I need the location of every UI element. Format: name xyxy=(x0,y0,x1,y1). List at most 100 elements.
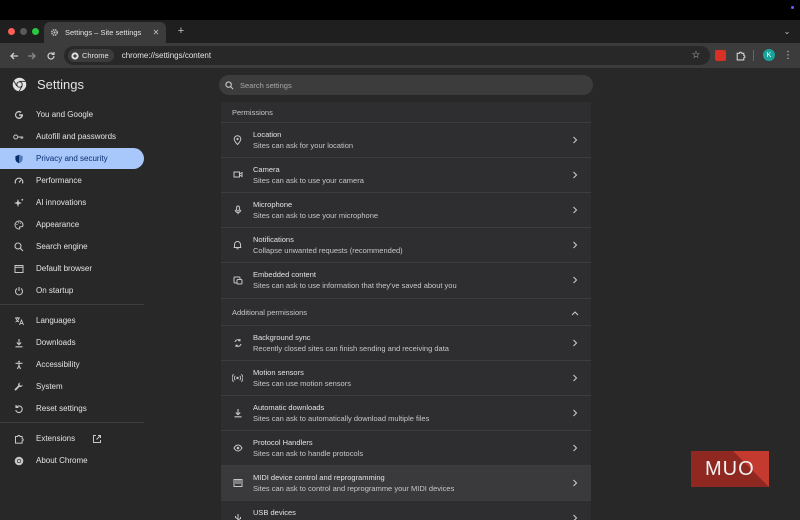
sidebar-item-extensions[interactable]: Extensions xyxy=(0,428,144,449)
chevron-right-icon xyxy=(571,408,579,418)
profile-avatar[interactable]: K xyxy=(763,49,775,61)
chevron-up-icon[interactable] xyxy=(570,308,579,317)
permission-row-background-sync[interactable]: Background sync Recently closed sites ca… xyxy=(221,325,591,360)
sync-icon xyxy=(232,337,243,348)
download-icon xyxy=(13,337,24,348)
chrome-icon xyxy=(13,455,24,466)
puzzle-icon[interactable] xyxy=(735,50,746,61)
reload-button[interactable] xyxy=(44,49,57,62)
top-strip xyxy=(0,0,800,20)
search-input[interactable] xyxy=(240,80,560,90)
power-icon xyxy=(13,285,24,296)
arrow-left-icon xyxy=(9,52,18,59)
gear-icon xyxy=(50,28,59,37)
permission-row-embedded-content[interactable]: Embedded content Sites can ask to use in… xyxy=(221,262,591,297)
muo-watermark-logo: MUO xyxy=(691,451,769,487)
chevron-right-icon xyxy=(571,338,579,348)
shield-icon xyxy=(13,153,24,164)
chevron-right-icon xyxy=(571,443,579,453)
permission-row-automatic-downloads[interactable]: Automatic downloads Sites can ask to aut… xyxy=(221,395,591,430)
chevron-right-icon xyxy=(571,478,579,488)
new-tab-button[interactable]: + xyxy=(175,25,187,37)
permission-row-camera[interactable]: Camera Sites can ask to use your camera xyxy=(221,157,591,192)
sensors-icon xyxy=(232,372,243,383)
permission-row-usb-devices[interactable]: USB devices xyxy=(221,500,591,520)
sidebar-item-privacy-and-security[interactable]: Privacy and security xyxy=(0,148,144,169)
chevron-right-icon xyxy=(571,240,579,250)
tab-settings[interactable]: Settings – Site settings ✕ xyxy=(44,22,166,43)
site-settings-card: Permissions Location Sites can ask for y… xyxy=(221,102,591,520)
section-title-permissions: Permissions xyxy=(232,108,273,117)
sidebar-item-search-engine[interactable]: Search engine xyxy=(0,236,144,257)
bell-icon xyxy=(232,239,243,250)
close-icon[interactable]: ✕ xyxy=(151,28,161,38)
search-icon xyxy=(13,241,24,252)
chevron-right-icon xyxy=(571,373,579,383)
bookmark-star-icon[interactable]: ☆ xyxy=(690,49,702,61)
permission-row-location[interactable]: Location Sites can ask for your location xyxy=(221,122,591,157)
sidebar-divider xyxy=(0,304,144,305)
accessibility-icon xyxy=(13,359,24,370)
chevron-right-icon xyxy=(571,135,579,145)
search-box[interactable] xyxy=(219,75,593,95)
chevron-right-icon xyxy=(571,275,579,285)
key-icon xyxy=(13,131,24,142)
sidebar-item-you-and-google[interactable]: You and Google xyxy=(0,104,144,125)
permission-row-midi[interactable]: MIDI device control and reprogramming Si… xyxy=(221,465,591,500)
camera-icon xyxy=(232,169,243,180)
window-minimize-button[interactable] xyxy=(20,28,27,35)
chevron-right-icon xyxy=(571,513,579,520)
sidebar-item-system[interactable]: System xyxy=(0,376,144,397)
sidebar-item-default-browser[interactable]: Default browser xyxy=(0,258,144,279)
browser-toolbar: Chrome chrome://settings/content ☆ K ⋮ xyxy=(0,43,800,68)
sidebar-item-ai-innovations[interactable]: AI innovations xyxy=(0,192,144,213)
arrow-right-icon xyxy=(27,52,36,59)
permission-row-microphone[interactable]: Microphone Sites can ask to use your mic… xyxy=(221,192,591,227)
sidebar-item-accessibility[interactable]: Accessibility xyxy=(0,354,144,375)
reload-icon xyxy=(46,51,55,60)
reset-icon xyxy=(13,403,24,414)
browser-window-icon xyxy=(13,263,24,274)
sidebar-item-languages[interactable]: Languages xyxy=(0,310,144,331)
site-info-chip[interactable]: Chrome xyxy=(68,49,114,62)
address-bar[interactable]: Chrome chrome://settings/content ☆ xyxy=(64,46,710,65)
search-icon xyxy=(225,80,234,89)
extension-red-icon[interactable] xyxy=(715,50,726,61)
toolbar-divider xyxy=(753,50,754,61)
puzzle-icon xyxy=(13,433,24,444)
palette-icon xyxy=(13,219,24,230)
sidebar-item-performance[interactable]: Performance xyxy=(0,170,144,191)
permission-row-motion-sensors[interactable]: Motion sensors Sites can use motion sens… xyxy=(221,360,591,395)
chrome-logo-icon xyxy=(12,77,27,92)
sidebar-item-downloads[interactable]: Downloads xyxy=(0,332,144,353)
additional-permissions-header[interactable]: Additional permissions xyxy=(221,298,591,325)
sidebar-item-about-chrome[interactable]: About Chrome xyxy=(0,450,144,471)
location-pin-icon xyxy=(232,134,243,145)
more-menu-icon[interactable]: ⋮ xyxy=(783,49,793,61)
sparkle-icon xyxy=(13,197,24,208)
sidebar-item-reset-settings[interactable]: Reset settings xyxy=(0,398,144,419)
midi-icon xyxy=(232,477,243,488)
sidebar-item-autofill[interactable]: Autofill and passwords xyxy=(0,126,144,147)
sidebar-item-appearance[interactable]: Appearance xyxy=(0,214,144,235)
protocol-handler-icon xyxy=(232,442,243,453)
window-close-button[interactable] xyxy=(8,28,15,35)
sidebar-divider xyxy=(0,422,144,423)
google-icon xyxy=(13,109,24,120)
forward-button[interactable] xyxy=(25,49,38,62)
chevron-down-icon[interactable]: ⌄ xyxy=(782,26,792,36)
settings-header: Settings xyxy=(0,68,800,102)
translate-icon xyxy=(13,315,24,326)
url-text[interactable]: chrome://settings/content xyxy=(122,51,211,60)
chevron-right-icon xyxy=(571,170,579,180)
sidebar-item-on-startup[interactable]: On startup xyxy=(0,280,144,301)
chip-label: Chrome xyxy=(82,51,109,60)
microphone-icon xyxy=(232,204,243,215)
back-button[interactable] xyxy=(7,49,20,62)
window-maximize-button[interactable] xyxy=(32,28,39,35)
permission-row-notifications[interactable]: Notifications Collapse unwanted requests… xyxy=(221,227,591,262)
page-title: Settings xyxy=(37,77,84,92)
status-dot xyxy=(791,6,794,9)
sidebar: You and Google Autofill and passwords Pr… xyxy=(0,102,150,520)
permission-row-protocol-handlers[interactable]: Protocol Handlers Sites can ask to handl… xyxy=(221,430,591,465)
